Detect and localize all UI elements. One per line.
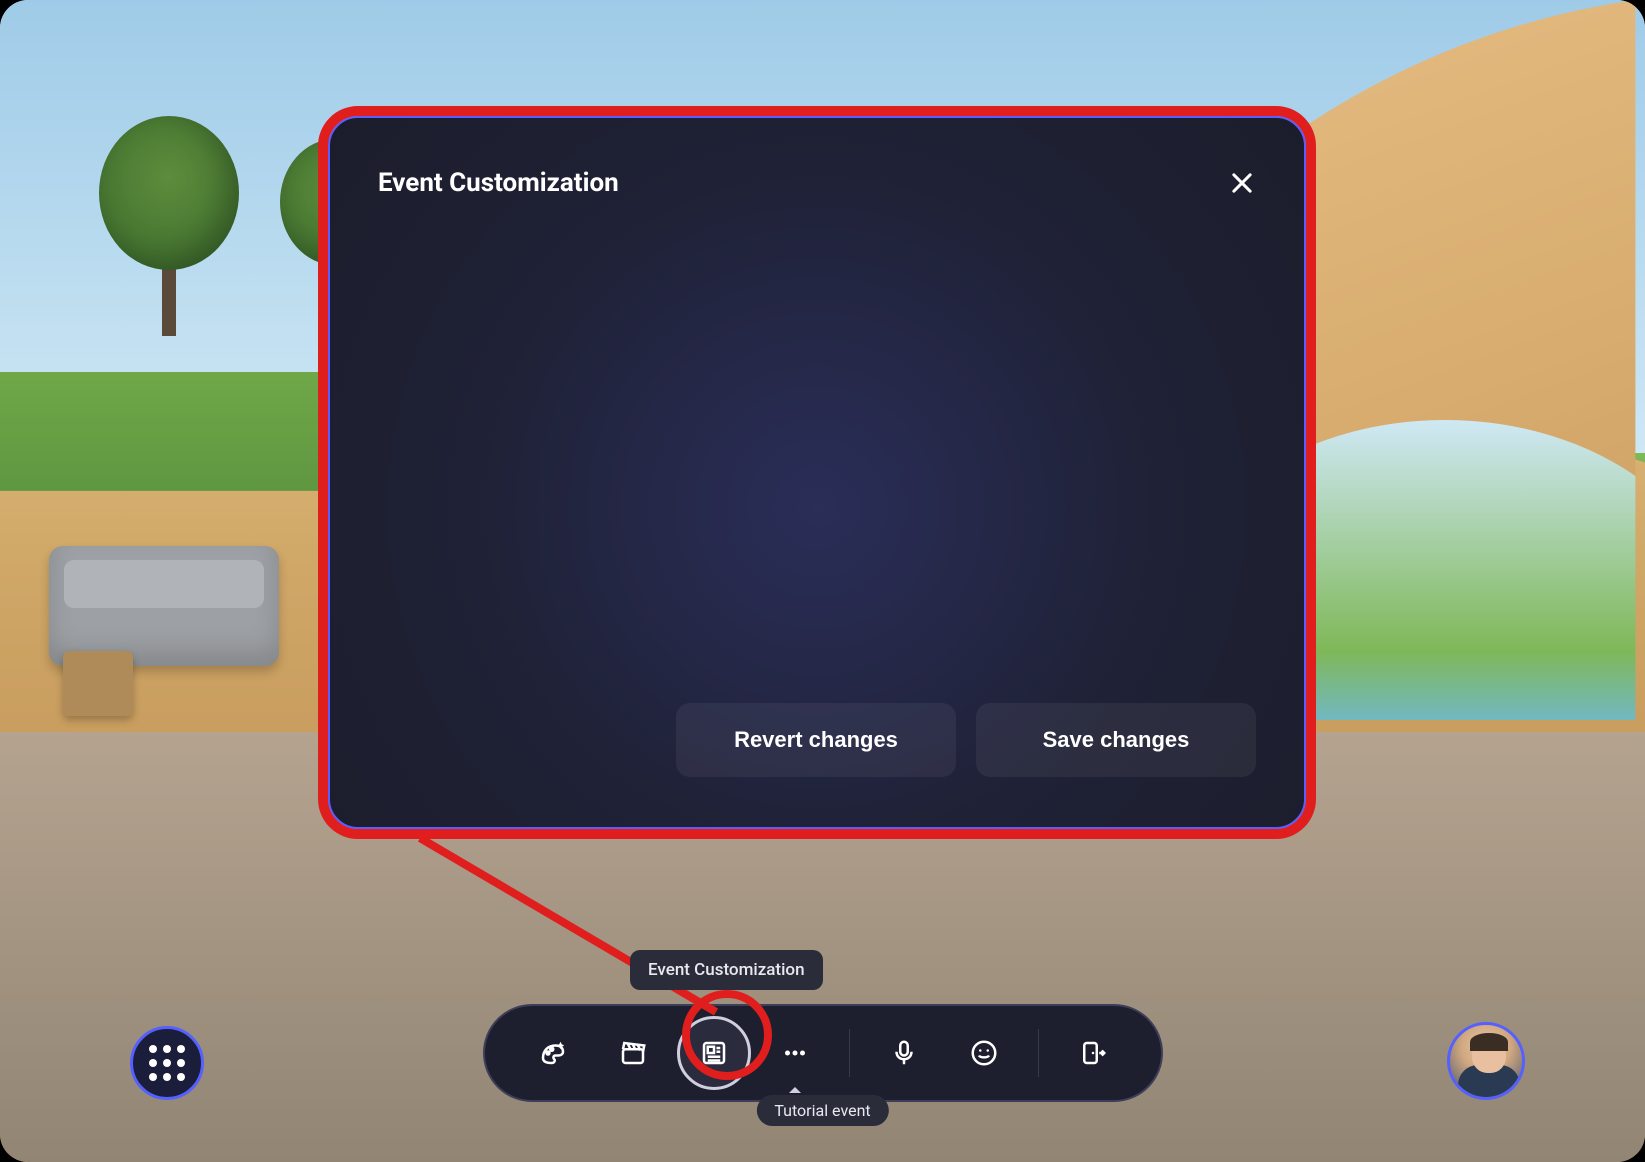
main-menu-button[interactable] (130, 1026, 204, 1100)
scene-button[interactable] (597, 1017, 669, 1089)
avatar-hair (1470, 1033, 1508, 1051)
environment-button[interactable] (517, 1017, 589, 1089)
annotation-highlight-box (318, 106, 1316, 839)
divider (849, 1029, 850, 1077)
event-name-label: Tutorial event (756, 1095, 888, 1126)
leave-button[interactable] (1057, 1017, 1129, 1089)
sofa (49, 546, 279, 666)
action-toolbar (483, 1004, 1163, 1102)
door-exit-icon (1078, 1038, 1108, 1068)
newspaper-icon (699, 1038, 729, 1068)
side-table (63, 651, 133, 716)
clapper-icon (618, 1038, 648, 1068)
avatar-button[interactable] (1447, 1022, 1525, 1100)
smile-icon (969, 1038, 999, 1068)
divider (1038, 1029, 1039, 1077)
palette-sparkle-icon (538, 1038, 568, 1068)
tooltip: Event Customization (630, 950, 823, 990)
ellipsis-icon (780, 1038, 810, 1068)
tree (99, 116, 239, 336)
react-button[interactable] (948, 1017, 1020, 1089)
event-customization-button[interactable] (677, 1016, 751, 1090)
microphone-icon (889, 1038, 919, 1068)
more-button[interactable] (759, 1017, 831, 1089)
grid-icon (149, 1045, 185, 1081)
chevron-up-icon (789, 1087, 801, 1093)
microphone-button[interactable] (868, 1017, 940, 1089)
